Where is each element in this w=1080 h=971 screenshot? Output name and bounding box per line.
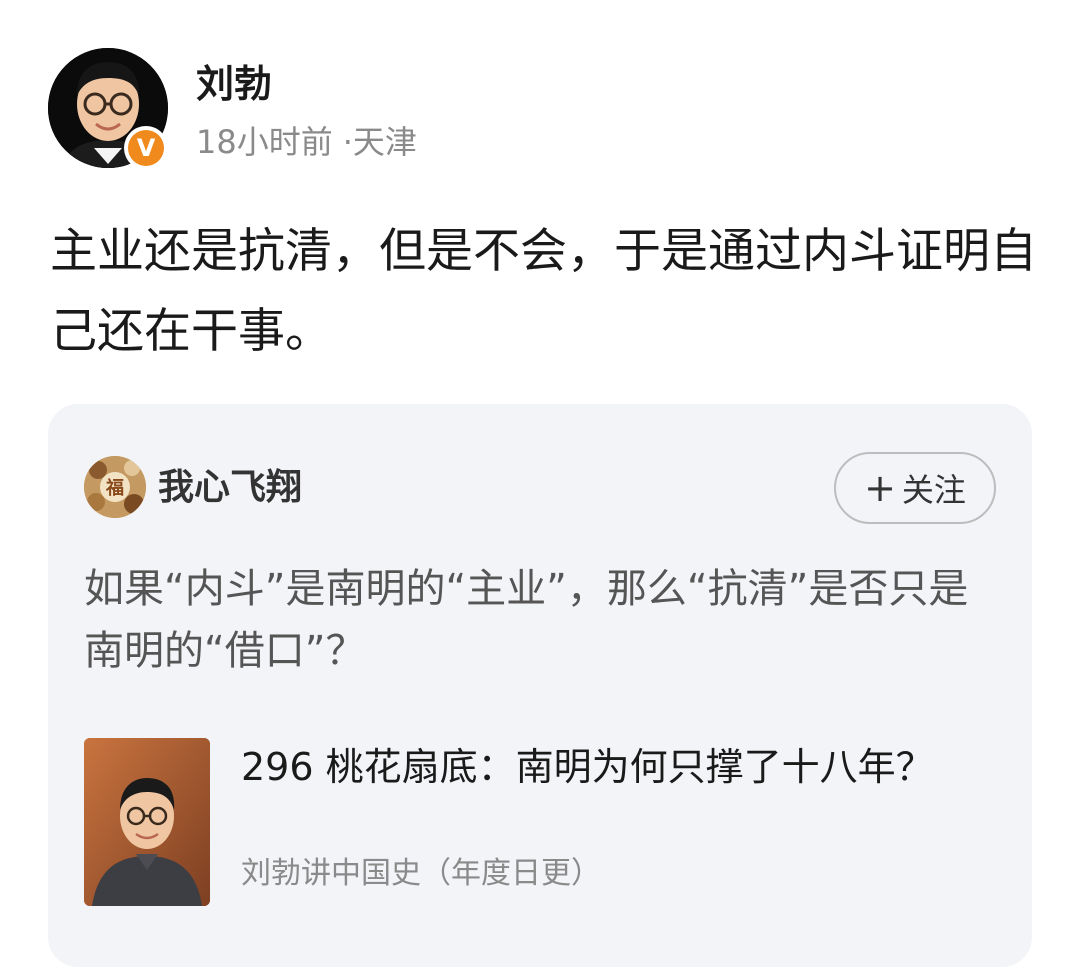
article-link[interactable]: 296 桃花扇底：南明为何只撑了十八年？ 刘勃讲中国史（年度日更）	[84, 738, 984, 908]
post-text: 主业还是抗清，但是不会，于是通过内斗证明自己还在干事。	[50, 224, 1037, 359]
verified-badge-icon: V	[124, 126, 168, 170]
post-time: 18小时前	[196, 123, 333, 161]
quoted-post-text: 如果“内斗”是南明的“主业”，那么“抗清”是否只是南明的“借口”？	[84, 566, 969, 674]
post-location: ·天津	[342, 123, 417, 161]
author-name[interactable]: 刘勃	[196, 62, 272, 106]
quoted-user-name[interactable]: 我心飞翔	[158, 466, 302, 510]
quoted-post-card[interactable]: 福 我心飞翔 + 关注 如果“内斗”是南明的“主业”，那么“抗清”是否只是南明的“…	[48, 404, 1032, 967]
post-meta: 18小时前 ·天津	[196, 122, 417, 162]
verified-badge-label: V	[128, 130, 164, 166]
quoted-user-avatar[interactable]: 福	[84, 456, 146, 518]
article-thumbnail	[84, 738, 210, 906]
article-title: 296 桃花扇底：南明为何只撑了十八年？	[241, 745, 934, 789]
svg-text:福: 福	[105, 477, 124, 499]
follow-label: 关注	[901, 471, 966, 509]
weibo-post: V 刘勃 18小时前 ·天津 主业还是抗清，但是不会，于是通过内斗证明自己还在干事…	[0, 0, 1080, 971]
follow-button[interactable]: + 关注	[834, 452, 996, 524]
article-source: 刘勃讲中国史（年度日更）	[241, 856, 601, 891]
plus-icon: +	[864, 466, 896, 510]
